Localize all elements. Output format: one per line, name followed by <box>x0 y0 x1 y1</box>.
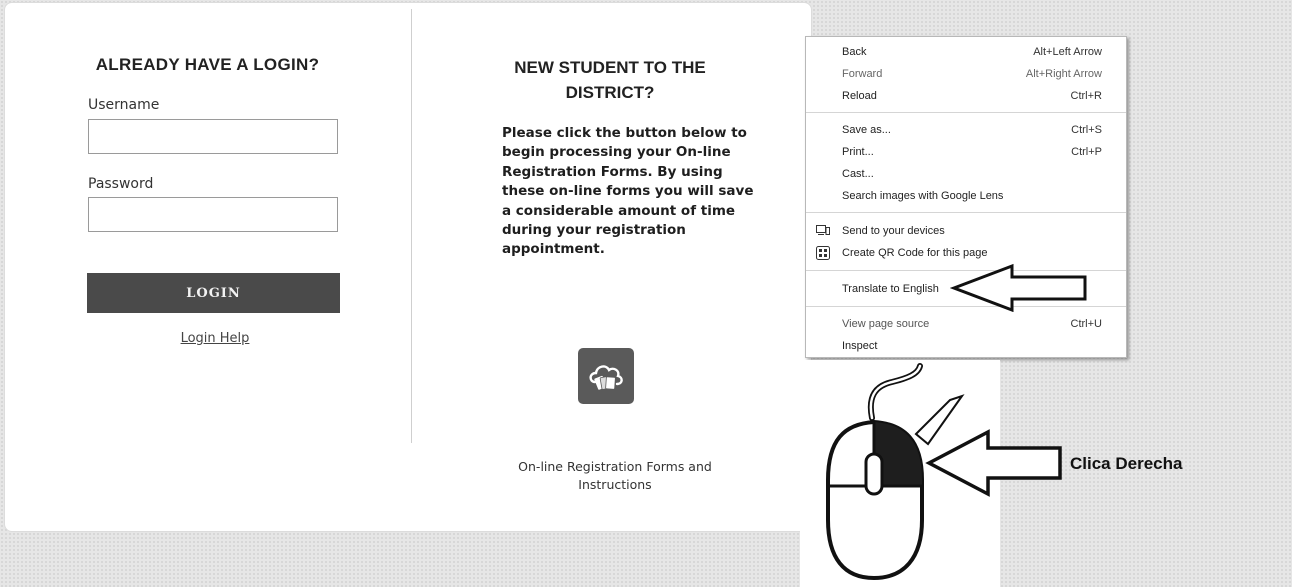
login-help-link[interactable]: Login Help <box>5 331 425 346</box>
right-click-arrow-icon <box>925 429 1062 497</box>
menu-item-view-source[interactable]: View page source Ctrl+U <box>806 316 1126 334</box>
new-student-heading: NEW STUDENT TO THE DISTRICT? <box>514 58 706 102</box>
menu-item-label: Reload <box>842 90 877 102</box>
menu-item-forward[interactable]: Forward Alt+Right Arrow <box>806 66 1126 84</box>
username-label: Username <box>88 97 160 113</box>
translate-arrow-icon <box>950 263 1087 312</box>
menu-item-cast[interactable]: Cast... <box>806 166 1126 184</box>
menu-item-shortcut: Ctrl+S <box>1071 124 1102 136</box>
menu-item-label: Send to your devices <box>842 225 945 237</box>
menu-item-shortcut: Alt+Right Arrow <box>1025 68 1102 80</box>
page-card: ALREADY HAVE A LOGIN? Username Password … <box>4 2 812 532</box>
login-button[interactable]: LOGIN <box>87 273 340 313</box>
menu-item-save-as[interactable]: Save as... Ctrl+S <box>806 122 1126 140</box>
right-click-annotation: Clica Derecha <box>1070 454 1183 473</box>
column-divider <box>411 9 412 443</box>
menu-item-shortcut: Ctrl+U <box>1070 318 1102 330</box>
menu-item-send-to-devices[interactable]: Send to your devices <box>806 223 1126 241</box>
menu-item-label: Search images with Google Lens <box>842 190 1004 202</box>
menu-item-label: View page source <box>842 318 930 330</box>
menu-item-label: Save as... <box>842 124 891 136</box>
menu-item-print[interactable]: Print... Ctrl+P <box>806 144 1126 162</box>
menu-separator <box>806 112 1126 113</box>
qr-code-icon <box>816 246 830 263</box>
password-field[interactable] <box>88 197 338 232</box>
menu-item-label: Back <box>842 46 867 58</box>
menu-item-shortcut: Ctrl+P <box>1071 146 1102 158</box>
menu-item-shortcut: Alt+Left Arrow <box>1033 46 1102 58</box>
menu-item-label: Cast... <box>842 168 874 180</box>
registration-forms-button[interactable] <box>578 348 634 404</box>
menu-item-label: Create QR Code for this page <box>842 247 988 259</box>
menu-item-back[interactable]: Back Alt+Left Arrow <box>806 44 1126 62</box>
username-field[interactable] <box>88 119 338 154</box>
menu-item-label: Forward <box>842 68 883 80</box>
new-student-instructions: Please click the button below to begin p… <box>502 125 754 258</box>
login-heading: ALREADY HAVE A LOGIN? <box>95 55 320 74</box>
menu-item-google-lens[interactable]: Search images with Google Lens <box>806 188 1126 206</box>
menu-separator <box>806 212 1126 213</box>
password-label: Password <box>88 176 154 192</box>
menu-item-label: Print... <box>842 146 874 158</box>
menu-item-inspect[interactable]: Inspect <box>806 338 1126 356</box>
registration-forms-caption: On-line Registration Forms and Instructi… <box>518 459 712 492</box>
cloud-forms-icon <box>589 365 623 390</box>
menu-item-create-qr[interactable]: Create QR Code for this page <box>806 245 1126 263</box>
menu-item-label: Inspect <box>842 340 878 352</box>
devices-icon <box>816 224 830 239</box>
menu-item-shortcut: Ctrl+R <box>1070 90 1102 102</box>
menu-item-reload[interactable]: Reload Ctrl+R <box>806 88 1126 106</box>
menu-item-label: Translate to English <box>842 283 939 295</box>
